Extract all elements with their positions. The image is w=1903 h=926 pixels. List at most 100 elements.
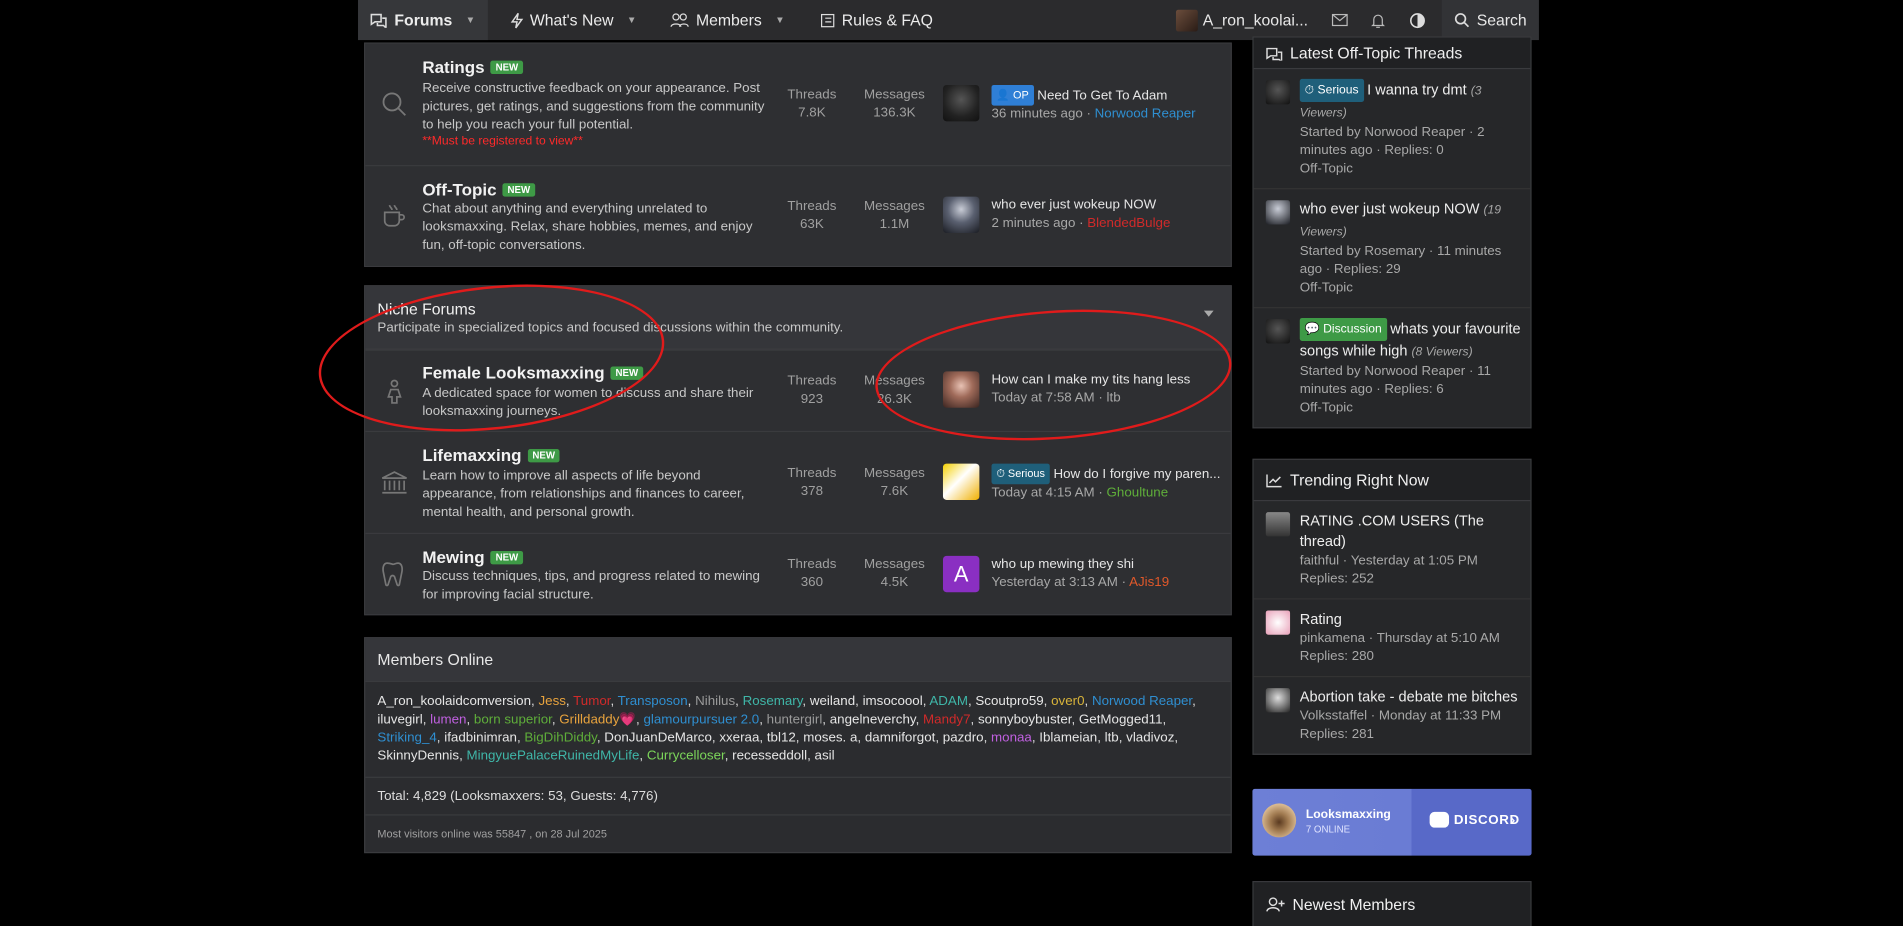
search-button[interactable]: Search xyxy=(1441,0,1539,41)
last-thread-title[interactable]: who ever just wokeup NOW xyxy=(992,197,1171,215)
member-link[interactable]: Scoutpro59 xyxy=(975,694,1043,709)
forum-title[interactable]: Off-Topic xyxy=(422,180,496,199)
discord-widget[interactable]: Looksmaxxing 7 ONLINE DISCORD › xyxy=(1252,788,1532,856)
thread-title[interactable]: I wanna try dmt xyxy=(1367,81,1467,98)
nav-rules[interactable]: Rules & FAQ xyxy=(807,0,946,40)
member-link[interactable]: damniforgot xyxy=(865,731,936,746)
member-link[interactable]: iluvegirl xyxy=(377,712,422,727)
list-item[interactable]: RATING .COM USERS (The thread) faithful … xyxy=(1253,501,1531,600)
thread-title[interactable]: RATING .COM USERS (The thread) xyxy=(1300,511,1521,552)
last-post-user[interactable]: BlendedBulge xyxy=(1087,216,1170,231)
list-item[interactable]: who ever just wokeup NOW (19 Viewers) St… xyxy=(1253,189,1531,309)
avatar xyxy=(1265,80,1291,105)
last-thread-title[interactable]: Need To Get To Adam xyxy=(1037,89,1167,104)
member-link[interactable]: Currycelloser xyxy=(647,749,725,764)
widget-title[interactable]: Newest Members xyxy=(1292,895,1415,913)
member-link[interactable]: Iblameian xyxy=(1039,731,1097,746)
threads-stat: Threads 63K xyxy=(787,199,837,232)
last-thread-title[interactable]: who up mewing they shi xyxy=(992,556,1170,574)
member-link[interactable]: monaa xyxy=(991,731,1032,746)
last-post[interactable]: ⏱ Serious How do I forgive my paren... To… xyxy=(942,463,1220,503)
member-link[interactable]: Grilldaddy💗 xyxy=(559,712,636,727)
forum-title[interactable]: Mewing xyxy=(422,547,484,566)
member-link[interactable]: over0 xyxy=(1051,694,1084,709)
nav-forums[interactable]: Forums ▼ xyxy=(358,0,488,41)
user-menu[interactable]: A_ron_koolai... xyxy=(1164,0,1320,40)
thread-title[interactable]: Rating xyxy=(1300,609,1521,630)
thread-title[interactable]: Abortion take - debate me bitches xyxy=(1300,687,1521,708)
search-icon xyxy=(380,44,409,165)
member-link[interactable]: sonnyboybuster xyxy=(978,712,1072,727)
forum-node-mewing[interactable]: Mewing NEW Discuss techniques, tips, and … xyxy=(365,532,1231,615)
widget-title[interactable]: Trending Right Now xyxy=(1290,471,1429,489)
last-post[interactable]: 👤 OP Need To Get To Adam 36 minutes ago ·… xyxy=(942,84,1196,124)
member-link[interactable]: ltb xyxy=(1105,731,1119,746)
theme-toggle-icon[interactable] xyxy=(1398,0,1437,40)
thread-forum[interactable]: Off-Topic xyxy=(1300,160,1521,178)
member-link[interactable]: SkinnyDennis xyxy=(377,749,459,764)
member-link[interactable]: Rosemary xyxy=(743,694,803,709)
list-item[interactable]: 💬 Discussion whats your favourite songs w… xyxy=(1254,308,1531,427)
member-link[interactable]: weiland xyxy=(810,694,855,709)
member-link[interactable]: GetMogged11 xyxy=(1079,712,1163,727)
member-link[interactable]: Striking_4 xyxy=(377,731,436,746)
forum-node-offtopic[interactable]: Off-Topic NEW Chat about anything and eve… xyxy=(365,165,1231,266)
members-online-title[interactable]: Members Online xyxy=(365,638,1231,683)
list-item[interactable]: Rating pinkamena · Thursday at 5:10 AM R… xyxy=(1253,600,1531,678)
thread-forum[interactable]: Off-Topic xyxy=(1300,399,1521,417)
member-link[interactable]: Transposon xyxy=(618,694,688,709)
member-link[interactable]: xxeraa xyxy=(719,731,759,746)
chevron-down-icon[interactable]: ▼ xyxy=(627,15,637,26)
member-link[interactable]: huntergirl xyxy=(767,712,823,727)
member-link[interactable]: Nihilus xyxy=(695,694,735,709)
last-thread-title[interactable]: How do I forgive my paren... xyxy=(1053,467,1220,482)
member-link[interactable]: Jess xyxy=(538,694,565,709)
member-link[interactable]: asil xyxy=(815,749,835,764)
member-link[interactable]: Mandy7 xyxy=(923,712,971,727)
bell-icon[interactable] xyxy=(1359,0,1398,40)
member-link[interactable]: recesseddoll xyxy=(732,749,807,764)
chevron-down-icon[interactable]: ▼ xyxy=(775,15,785,26)
inbox-icon[interactable] xyxy=(1320,0,1359,40)
member-link[interactable]: lumen xyxy=(430,712,466,727)
member-link[interactable]: angelneverchy xyxy=(830,712,916,727)
last-post[interactable]: A who up mewing they shi Yesterday at 3:… xyxy=(942,555,1170,593)
forum-title[interactable]: Ratings xyxy=(422,57,484,76)
nav-members[interactable]: Members ▼ xyxy=(658,0,796,40)
thread-forum[interactable]: Off-Topic xyxy=(1300,279,1521,297)
last-post[interactable]: who ever just wokeup NOW 2 minutes ago ·… xyxy=(942,196,1171,234)
member-link[interactable]: DonJuanDeMarco xyxy=(604,731,712,746)
member-link[interactable]: glamourpursuer 2.0 xyxy=(643,712,759,727)
forum-title[interactable]: Lifemaxxing xyxy=(422,445,521,464)
last-post-user[interactable]: Norwood Reaper xyxy=(1095,107,1196,122)
member-link[interactable]: born superior xyxy=(474,712,552,727)
chevron-down-icon[interactable]: ▼ xyxy=(466,15,476,26)
member-link[interactable]: BigDihDiddy xyxy=(524,731,596,746)
widget-title[interactable]: Latest Off-Topic Threads xyxy=(1290,44,1462,62)
member-link[interactable]: ADAM xyxy=(929,694,968,709)
last-post-user[interactable]: Ghoultune xyxy=(1107,485,1169,500)
member-link[interactable]: vladivoz xyxy=(1126,731,1174,746)
nav-whats-new[interactable]: What's New ▼ xyxy=(497,0,649,40)
nav-rules-label: Rules & FAQ xyxy=(841,10,933,30)
member-link[interactable]: Tumor xyxy=(573,694,610,709)
member-link[interactable]: pazdro xyxy=(943,731,984,746)
member-link[interactable]: imsocoool xyxy=(863,694,923,709)
member-link[interactable]: Norwood Reaper xyxy=(1092,694,1192,709)
member-link[interactable]: tbl12 xyxy=(767,731,796,746)
forum-node-ratings[interactable]: Ratings NEW Receive constructive feedback… xyxy=(365,43,1231,166)
collapse-toggle-icon[interactable] xyxy=(1203,310,1214,317)
member-link[interactable]: MingyuePalaceRuinedMyLife xyxy=(466,749,639,764)
thread-title[interactable]: who ever just wokeup NOW xyxy=(1300,200,1480,217)
list-item[interactable]: Abortion take - debate me bitches Volkss… xyxy=(1254,677,1531,753)
last-post-user[interactable]: AJis19 xyxy=(1129,575,1169,590)
thread-meta: Started by Norwood Reaper · 11 minutes a… xyxy=(1299,364,1491,397)
member-link[interactable]: moses. a xyxy=(803,731,857,746)
forum-node-lifemaxxing[interactable]: Lifemaxxing NEW Learn how to improve all … xyxy=(365,430,1231,533)
discord-icon xyxy=(1429,811,1450,828)
member-link[interactable]: ifadbinimran xyxy=(444,731,517,746)
thread-replies: Replies: 252 xyxy=(1299,571,1374,587)
list-item[interactable]: ⏱ Serious I wanna try dmt (3 Viewers) Sta… xyxy=(1253,69,1531,190)
threads-stat: Threads 7.8K xyxy=(787,87,837,121)
member-link[interactable]: A_ron_koolaidcomversion xyxy=(377,694,531,709)
